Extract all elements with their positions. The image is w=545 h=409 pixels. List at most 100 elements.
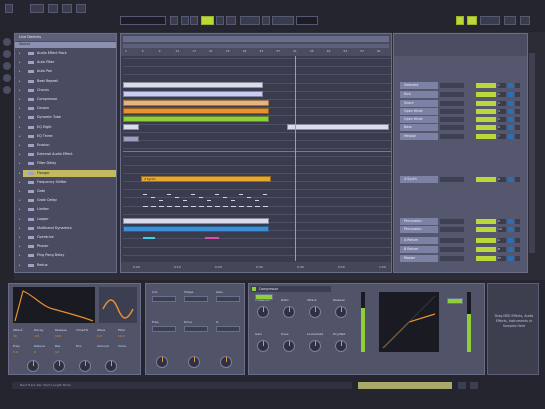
send-knob[interactable] <box>440 256 464 261</box>
knob-icon[interactable] <box>188 356 200 368</box>
bar-counter[interactable] <box>120 16 166 25</box>
expand-triangle-icon[interactable]: ▸ <box>19 142 21 149</box>
knob-icon[interactable] <box>257 340 269 352</box>
arm-button[interactable] <box>515 134 520 139</box>
track-number[interactable]: A <box>498 238 506 243</box>
send-knob[interactable] <box>440 92 464 97</box>
solo-button[interactable] <box>508 256 513 261</box>
track-number[interactable]: 7 <box>498 134 506 139</box>
knob-icon[interactable] <box>283 306 295 318</box>
track-number[interactable]: 6 <box>498 125 506 130</box>
expand-triangle-icon[interactable]: ▸ <box>19 114 21 121</box>
send-knob[interactable] <box>440 219 464 224</box>
clip[interactable] <box>123 116 269 122</box>
midi-map-button[interactable] <box>467 16 477 25</box>
expand-triangle-icon[interactable]: ▸ <box>19 96 21 103</box>
arm-button[interactable] <box>515 177 520 182</box>
record-button[interactable] <box>201 16 214 25</box>
arm-button[interactable] <box>515 219 520 224</box>
track-name[interactable]: Snare <box>400 100 438 107</box>
knob-icon[interactable] <box>53 360 65 372</box>
device-title-bar[interactable]: Compressor <box>251 286 331 292</box>
expand-triangle-icon[interactable]: ▸ <box>19 59 21 66</box>
clip[interactable] <box>123 108 269 114</box>
track-number[interactable]: B <box>498 247 506 252</box>
send-knob[interactable] <box>440 177 464 182</box>
arrangement-ruler[interactable]: 1 5 9 13 17 21 25 29 33 37 41 45 49 53 57 61 <box>121 34 391 56</box>
key-map-button[interactable] <box>456 16 464 25</box>
track-name[interactable]: Bass <box>400 124 438 131</box>
volume-field[interactable] <box>476 247 496 252</box>
solo-button[interactable] <box>508 238 513 243</box>
solo-button[interactable] <box>508 83 513 88</box>
volume-field[interactable] <box>476 92 496 97</box>
track-number[interactable]: 1 <box>498 83 506 88</box>
send-knob[interactable] <box>440 83 464 88</box>
browser-item[interactable]: ▸ Dynamic Tube <box>19 114 116 121</box>
follow-button[interactable] <box>170 16 178 25</box>
live-devices-icon[interactable] <box>3 38 11 46</box>
solo-button[interactable] <box>508 117 513 122</box>
track-number[interactable]: 5 <box>498 117 506 122</box>
track-name[interactable]: B Return <box>400 246 438 253</box>
clip[interactable] <box>123 218 269 224</box>
ratio-button[interactable] <box>447 298 463 304</box>
clip[interactable] <box>123 82 263 88</box>
expand-triangle-icon[interactable]: ▸ <box>19 262 21 269</box>
browser-item[interactable]: ▸ Auto Pan <box>19 68 116 75</box>
knob-icon[interactable] <box>283 340 295 352</box>
expand-triangle-icon[interactable]: ▸ <box>19 206 21 213</box>
track-name[interactable]: Selected <box>400 82 438 89</box>
track-name[interactable]: Open Hihat <box>400 116 438 123</box>
volume-field[interactable] <box>476 256 496 261</box>
synth-param-value[interactable]: 0.0 <box>97 334 102 338</box>
knob-icon[interactable] <box>156 356 168 368</box>
arm-button[interactable] <box>515 247 520 252</box>
send-knob[interactable] <box>440 247 464 252</box>
track-number[interactable]: M <box>498 256 506 261</box>
track-name[interactable]: Kick <box>400 91 438 98</box>
knob-icon[interactable] <box>335 340 347 352</box>
plugins-icon[interactable] <box>3 50 11 58</box>
clip[interactable] <box>123 91 263 97</box>
solo-button[interactable] <box>508 101 513 106</box>
synth-param-value[interactable]: 12 <box>55 350 59 354</box>
arm-button[interactable] <box>515 109 520 114</box>
track-name[interactable]: 4 Synth <box>400 176 438 183</box>
send-knob[interactable] <box>440 125 464 130</box>
expand-triangle-icon[interactable]: ▸ <box>19 87 21 94</box>
browser-item[interactable]: ▸ EQ Three <box>19 133 116 140</box>
volume-field[interactable] <box>476 227 496 232</box>
peak-button[interactable] <box>255 294 273 300</box>
knob-icon[interactable] <box>335 306 347 318</box>
send-knob[interactable] <box>440 227 464 232</box>
expand-triangle-icon[interactable]: ▸ <box>19 160 21 167</box>
clip[interactable] <box>123 100 269 106</box>
browser-item[interactable]: ▸ Chorus <box>19 87 116 94</box>
menu-button[interactable] <box>5 4 13 13</box>
browser-item[interactable]: ▸ Grain Delay <box>19 197 116 204</box>
volume-field[interactable] <box>476 83 496 88</box>
volume-field[interactable] <box>476 101 496 106</box>
volume-field[interactable] <box>476 109 496 114</box>
browser-item[interactable]: ▸ Flanger <box>19 169 116 177</box>
eq-param-field[interactable] <box>216 326 240 332</box>
track-name[interactable]: Master <box>400 255 438 262</box>
browser-item[interactable]: ▸ Compressor <box>19 96 116 103</box>
arm-button[interactable] <box>515 125 520 130</box>
track-name[interactable]: Open Hihat <box>400 108 438 115</box>
browser-item[interactable]: ▸ Multiband Dynamics <box>19 225 116 232</box>
loop-start-field[interactable] <box>240 16 260 25</box>
knob-icon[interactable] <box>105 360 117 372</box>
track-number[interactable]: 3 <box>498 101 506 106</box>
browser-item[interactable]: ▸ Auto Filter <box>19 59 116 66</box>
track-name[interactable]: Melody <box>400 133 438 140</box>
solo-button[interactable] <box>508 177 513 182</box>
solo-button[interactable] <box>508 109 513 114</box>
expand-triangle-icon[interactable]: ▸ <box>19 133 21 140</box>
browser-item[interactable]: ▸ Looper <box>19 216 116 223</box>
send-knob[interactable] <box>440 101 464 106</box>
browser-item[interactable]: ▸ Redux <box>19 262 116 269</box>
track-number[interactable]: 10 <box>498 227 506 232</box>
synth-param-value[interactable]: 100 <box>55 334 61 338</box>
